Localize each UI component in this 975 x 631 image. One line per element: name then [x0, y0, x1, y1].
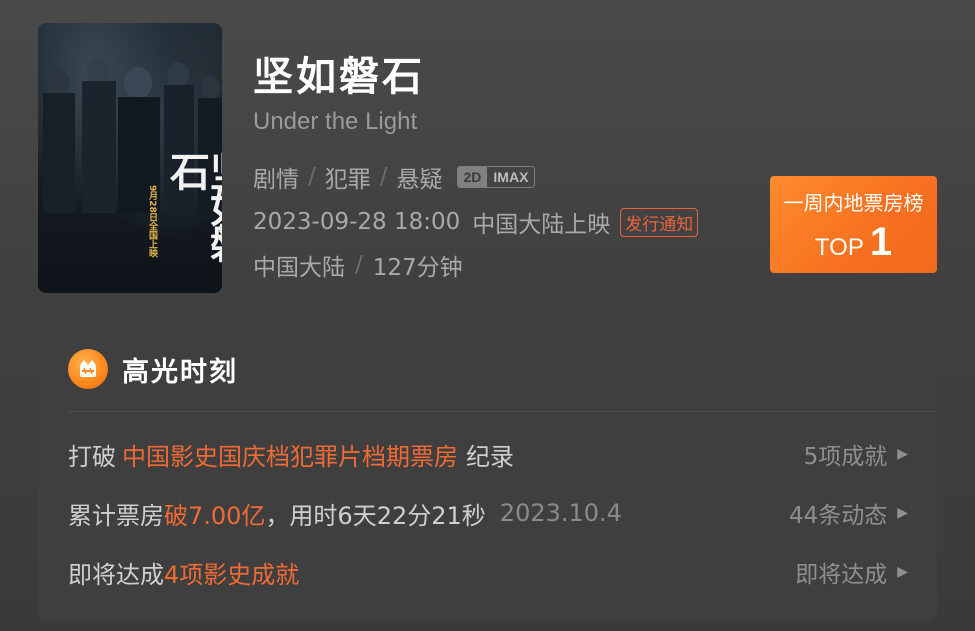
- genre-line: 剧情 / 犯罪 / 悬疑 2D IMAX: [253, 160, 536, 194]
- release-region: 中国大陆上映: [472, 212, 611, 238]
- movie-title: 坚如磐石: [253, 54, 425, 100]
- rank-prefix: TOP: [814, 233, 864, 261]
- row-action[interactable]: 5项成就 ▶: [804, 437, 908, 471]
- region-separator: /: [355, 252, 363, 278]
- highlight-row[interactable]: 打破 中国影史国庆档犯罪片档期票房 纪录 5项成就 ▶: [68, 437, 908, 471]
- format-badge: 2D IMAX: [456, 166, 536, 188]
- country: 中国大陆: [253, 255, 345, 281]
- chevron-right-icon: ▶: [897, 564, 908, 580]
- highlights-divider: [68, 411, 937, 412]
- rank-number: 1: [869, 219, 893, 264]
- highlight-badge-icon: [68, 349, 108, 389]
- row-date: 2023.10.4: [499, 499, 622, 527]
- box-office-rank-badge[interactable]: 一周内地票房榜 TOP 1: [770, 176, 937, 273]
- row-suffix: ，用时6天22分21秒: [265, 501, 486, 530]
- genre-separator: /: [379, 164, 388, 190]
- country-runtime-line: 中国大陆 / 127分钟: [253, 248, 463, 282]
- row-action-label: 5项成就: [803, 444, 888, 470]
- release-datetime: 2023-09-28 18:00: [253, 209, 461, 235]
- row-prefix: 打破: [68, 442, 116, 471]
- format-2d: 2D: [457, 167, 488, 187]
- runtime: 127分钟: [372, 255, 463, 281]
- highlights-card: 高光时刻 打破 中国影史国庆档犯罪片档期票房 纪录 5项成就 ▶ 累计票房 破7…: [38, 323, 937, 621]
- chevron-right-icon: ▶: [897, 505, 908, 521]
- row-highlight: 中国影史国庆档犯罪片档期票房: [122, 442, 458, 471]
- row-suffix: 纪录: [466, 442, 514, 471]
- row-prefix: 累计票房: [68, 501, 164, 530]
- movie-poster[interactable]: 9月28日全国上映 坚如磐石: [38, 23, 222, 293]
- highlights-title: 高光时刻: [122, 356, 238, 388]
- row-action[interactable]: 44条动态 ▶: [789, 496, 908, 530]
- row-action-label: 44条动态: [788, 503, 888, 529]
- row-highlight: 4项影史成就: [164, 560, 300, 589]
- release-line: 2023-09-28 18:00 中国大陆上映 发行通知: [253, 205, 699, 239]
- row-prefix: 即将达成: [68, 560, 164, 589]
- row-action[interactable]: 即将达成 ▶: [795, 555, 908, 589]
- movie-subtitle: Under the Light: [253, 108, 418, 135]
- highlight-row[interactable]: 累计票房 破7.00亿 ，用时6天22分21秒 2023.10.4 44条动态 …: [68, 496, 908, 530]
- genre-tag: 剧情: [253, 167, 299, 193]
- release-notice-button[interactable]: 发行通知: [620, 207, 699, 237]
- poster-title-calligraphy: 坚如磐石: [163, 151, 222, 259]
- rank-label: 一周内地票房榜: [783, 190, 924, 215]
- format-imax: IMAX: [493, 169, 529, 185]
- row-highlight: 破7.00亿: [164, 501, 266, 530]
- genre-tag: 悬疑: [396, 167, 443, 193]
- row-action-label: 即将达成: [795, 562, 888, 588]
- rank-value: TOP 1: [815, 220, 892, 265]
- chevron-right-icon: ▶: [897, 446, 908, 462]
- highlights-header: 高光时刻: [68, 349, 238, 389]
- poster-date-text: 9月28日全国上映: [147, 185, 157, 258]
- genre-tag: 犯罪: [324, 167, 371, 193]
- highlight-row[interactable]: 即将达成 4项影史成就 即将达成 ▶: [68, 555, 908, 589]
- genre-separator: /: [308, 164, 316, 190]
